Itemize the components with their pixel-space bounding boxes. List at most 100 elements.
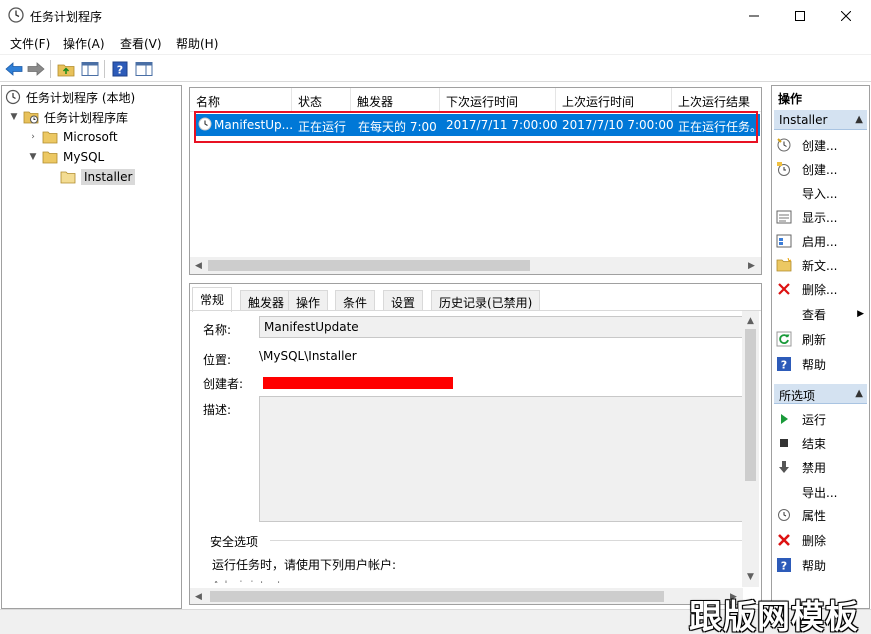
tab-triggers[interactable]: 触发器 — [240, 290, 293, 311]
column-last-result[interactable]: 上次运行结果 — [672, 88, 761, 112]
close-icon — [841, 10, 851, 21]
tab-conditions[interactable]: 条件 — [335, 290, 376, 311]
vertical-scrollbar[interactable]: ▲ ▼ — [742, 311, 759, 587]
action-delete-folder[interactable]: 删除... — [776, 278, 866, 300]
folder-up-icon — [57, 64, 75, 77]
description-field[interactable] — [259, 396, 743, 522]
action-new-folder[interactable]: 新文... — [776, 254, 866, 276]
scroll-up-icon[interactable]: ▲ — [743, 313, 758, 328]
chevron-right-icon[interactable]: › — [27, 132, 39, 142]
folder-clock-icon — [23, 109, 39, 125]
show-pane-button[interactable] — [80, 59, 100, 79]
location-value: \MySQL\Installer — [259, 349, 357, 363]
new-folder-icon — [776, 257, 792, 273]
create-task-icon — [776, 161, 792, 177]
running-tasks-icon — [776, 209, 792, 225]
up-folder-button[interactable] — [56, 59, 76, 79]
scroll-down-icon[interactable]: ▼ — [743, 569, 758, 584]
back-arrow-icon — [5, 62, 23, 76]
scrollbar-thumb[interactable] — [208, 260, 530, 271]
close-button[interactable] — [823, 0, 869, 31]
run-as-text: 运行任务时，请使用下列用户帐户: — [212, 558, 397, 572]
action-delete[interactable]: 删除 — [776, 529, 866, 551]
task-list-header: 名称 状态 触发器 下次运行时间 上次运行时间 上次运行结果 — [190, 88, 761, 112]
toolbar-separator — [50, 60, 51, 78]
action-properties[interactable]: 属性 — [776, 504, 866, 526]
redaction-bar — [263, 377, 453, 389]
name-field[interactable]: ManifestUpdate — [259, 316, 743, 338]
action-pane-icon — [135, 62, 153, 76]
scroll-right-icon[interactable]: ▶ — [744, 258, 759, 273]
scroll-left-icon[interactable]: ◀ — [191, 258, 206, 273]
column-next-run[interactable]: 下次运行时间 — [440, 88, 556, 112]
collapse-icon[interactable]: ▲ — [855, 388, 863, 399]
column-name[interactable]: 名称 — [190, 88, 292, 112]
column-last-run[interactable]: 上次运行时间 — [556, 88, 672, 112]
pane-icon — [81, 62, 99, 76]
action-display-running[interactable]: 显示... — [776, 206, 866, 228]
tab-settings[interactable]: 设置 — [383, 290, 424, 311]
scrollbar-thumb[interactable] — [745, 329, 756, 481]
action-create-task[interactable]: 创建... — [776, 158, 866, 180]
horizontal-scrollbar[interactable]: ◀ ▶ — [190, 588, 743, 604]
column-status[interactable]: 状态 — [292, 88, 351, 112]
group-divider — [270, 540, 742, 541]
scrollbar-thumb[interactable] — [210, 591, 664, 602]
toolbar-separator — [104, 60, 105, 78]
action-import[interactable]: 导入... — [776, 182, 866, 204]
play-icon — [776, 411, 792, 427]
task-list: 名称 状态 触发器 下次运行时间 上次运行时间 上次运行结果 ManifestU… — [189, 87, 762, 275]
help-icon: ? — [776, 557, 792, 573]
tab-general[interactable]: 常规 — [192, 287, 233, 312]
horizontal-scrollbar[interactable]: ◀ ▶ — [190, 257, 761, 274]
delete-icon — [776, 532, 792, 548]
menu-help[interactable]: 帮助(H) — [176, 35, 218, 52]
clock-icon — [8, 7, 24, 23]
chevron-down-icon[interactable]: ▼ — [8, 112, 20, 122]
maximize-button[interactable] — [777, 0, 823, 31]
tree-item-installer[interactable]: Installer — [60, 167, 136, 187]
svg-text:?: ? — [781, 359, 787, 372]
svg-text:?: ? — [781, 560, 787, 573]
action-end[interactable]: 结束 — [776, 432, 866, 454]
highlight-box — [194, 111, 758, 143]
submenu-arrow-icon: ▶ — [857, 309, 864, 319]
tree-item-root[interactable]: 任务计划程序 (本地) — [5, 87, 135, 107]
back-button[interactable] — [4, 59, 24, 79]
help-button[interactable]: ? — [110, 59, 130, 79]
group-header-selected-item[interactable]: 所选项 ▲ — [774, 384, 867, 404]
author-label: 创建者: — [203, 377, 244, 391]
menu-view[interactable]: 查看(V) — [120, 35, 162, 52]
collapse-icon[interactable]: ▲ — [855, 114, 863, 125]
menu-file[interactable]: 文件(F) — [10, 35, 50, 52]
action-export[interactable]: 导出... — [776, 481, 866, 503]
action-create-basic-task[interactable]: 创建... — [776, 134, 866, 156]
tree-item-mysql[interactable]: ▼ MySQL — [27, 147, 105, 167]
show-action-pane-button[interactable] — [134, 59, 154, 79]
minimize-button[interactable] — [731, 0, 777, 31]
action-refresh[interactable]: 刷新 — [776, 328, 866, 350]
general-tab-content: 名称: ManifestUpdate 位置: \MySQL\Installer … — [190, 310, 761, 604]
chevron-down-icon[interactable]: ▼ — [27, 152, 39, 162]
action-help[interactable]: ? 帮助 — [776, 353, 866, 375]
action-enable-history[interactable]: 启用... — [776, 230, 866, 252]
description-label: 描述: — [203, 403, 232, 417]
tab-history[interactable]: 历史记录(已禁用) — [431, 290, 541, 311]
group-header-installer[interactable]: Installer ▲ — [774, 110, 867, 130]
action-help-selected[interactable]: ? 帮助 — [776, 554, 866, 576]
tab-actions[interactable]: 操作 — [288, 290, 329, 311]
tree-item-library[interactable]: ▼ 任务计划程序库 — [8, 107, 128, 127]
action-disable[interactable]: 禁用 — [776, 456, 866, 478]
tree-item-microsoft[interactable]: › Microsoft — [27, 127, 117, 147]
column-trigger[interactable]: 触发器 — [351, 88, 440, 112]
toolbar: ? — [0, 54, 871, 82]
menu-action[interactable]: 操作(A) — [63, 35, 105, 52]
delete-icon — [776, 281, 792, 297]
location-label: 位置: — [203, 353, 232, 367]
stop-icon — [776, 435, 792, 451]
action-view[interactable]: 查看 ▶ — [776, 303, 866, 325]
forward-button[interactable] — [26, 59, 46, 79]
blank-icon — [776, 185, 792, 201]
action-run[interactable]: 运行 — [776, 408, 866, 430]
scroll-left-icon[interactable]: ◀ — [191, 589, 206, 604]
